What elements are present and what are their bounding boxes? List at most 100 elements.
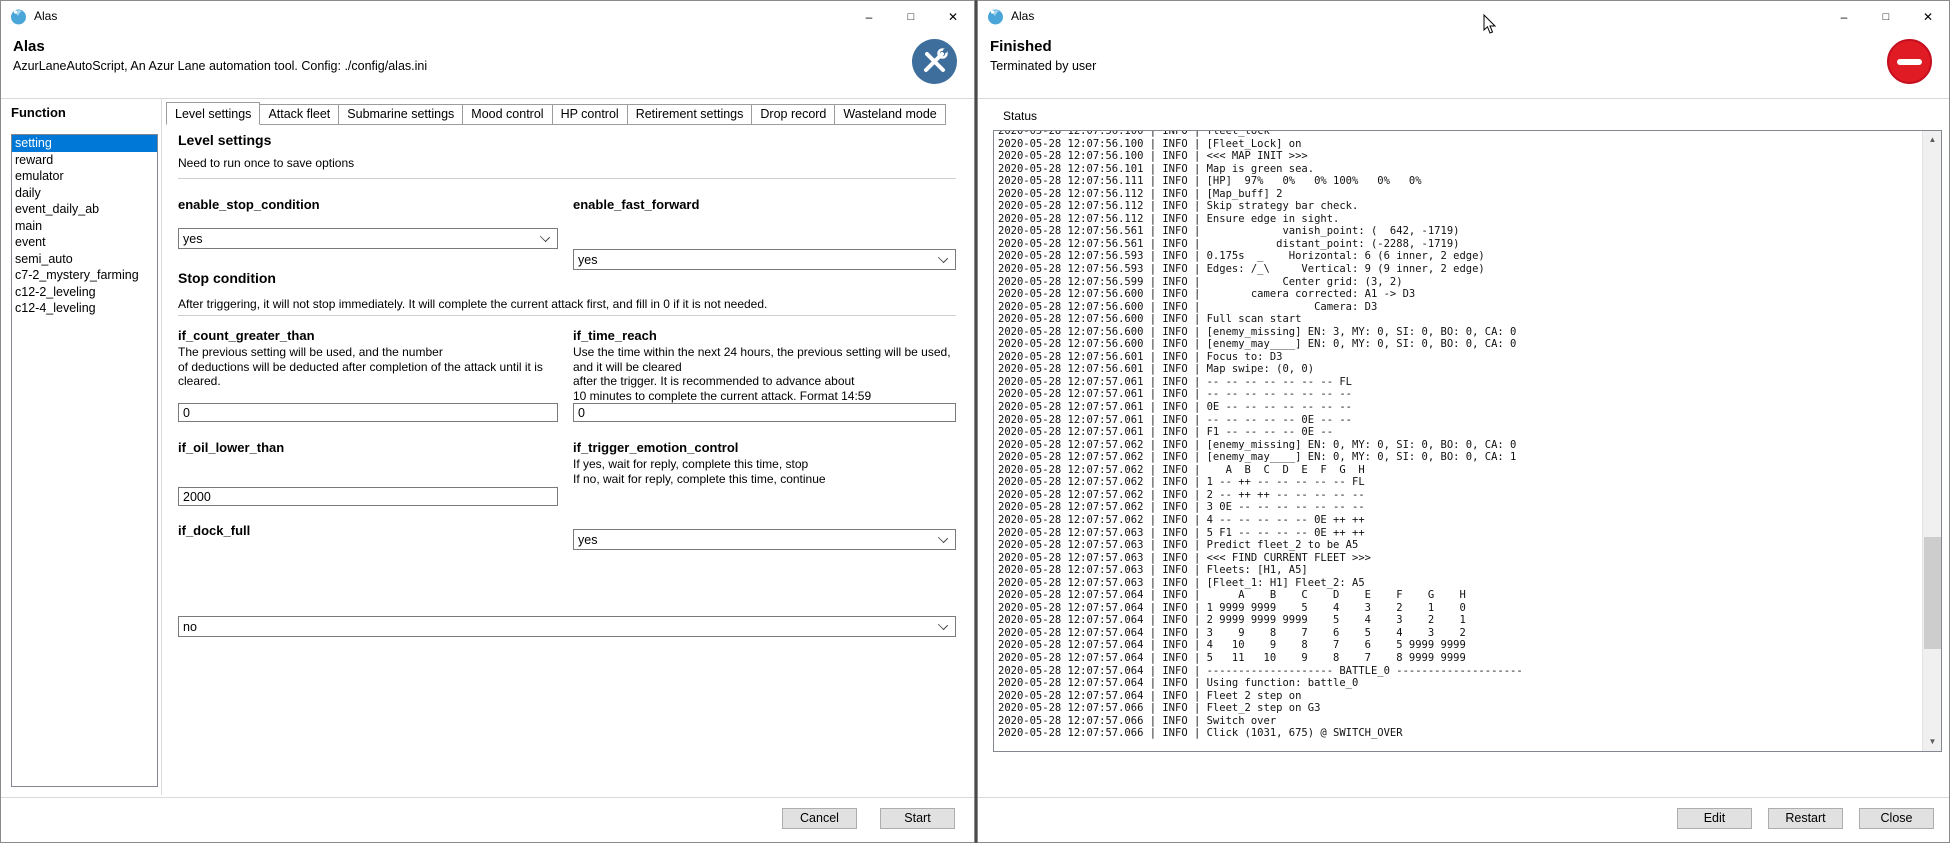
function-list-item[interactable]: event_daily_ab — [12, 201, 157, 218]
dropdown-value: no — [183, 620, 939, 634]
log-line: 2020-05-28 12:07:56.601 | INFO | Map swi… — [998, 363, 1941, 376]
log-line: 2020-05-28 12:07:57.062 | INFO | 1 -- ++… — [998, 476, 1941, 489]
enable-stop-condition-dropdown[interactable]: yes — [178, 228, 558, 249]
enable-fast-forward-dropdown[interactable]: yes — [573, 249, 956, 270]
function-list-item[interactable]: emulator — [12, 168, 157, 185]
start-button[interactable]: Start — [880, 808, 955, 829]
function-list-item[interactable]: main — [12, 218, 157, 235]
log-box[interactable]: 2020-05-28 12:07:56.100 | INFO | fleet_l… — [993, 130, 1942, 752]
log-line: 2020-05-28 12:07:57.066 | INFO | Switch … — [998, 715, 1941, 728]
tab-item[interactable]: Attack fleet — [259, 104, 339, 125]
tab-item[interactable]: Level settings — [166, 102, 260, 125]
log-line: 2020-05-28 12:07:56.593 | INFO | 0.175s … — [998, 250, 1941, 263]
divider — [178, 178, 956, 179]
log-line: 2020-05-28 12:07:57.061 | INFO | -- -- -… — [998, 376, 1941, 389]
chevron-down-icon — [938, 252, 948, 262]
right-titlebar[interactable]: Alas – □ ✕ — [978, 1, 1949, 32]
section-title: Level settings — [178, 132, 271, 148]
log-line: 2020-05-28 12:07:57.061 | INFO | 0E -- -… — [998, 401, 1941, 414]
log-line: 2020-05-28 12:07:57.064 | INFO | 4 10 9 … — [998, 639, 1941, 652]
log-line: 2020-05-28 12:07:57.063 | INFO | [Fleet_… — [998, 577, 1941, 590]
divider — [1, 797, 974, 798]
field-label-if-dock-full: if_dock_full — [178, 523, 250, 538]
log-line: 2020-05-28 12:07:57.061 | INFO | -- -- -… — [998, 388, 1941, 401]
log-scrollbar[interactable]: ▲ ▼ — [1922, 131, 1941, 751]
log-line: 2020-05-28 12:07:57.062 | INFO | A B C D… — [998, 464, 1941, 477]
chevron-down-icon — [938, 619, 948, 629]
divider — [178, 315, 956, 316]
log-line: 2020-05-28 12:07:57.063 | INFO | 5 F1 --… — [998, 527, 1941, 540]
log-line: 2020-05-28 12:07:56.561 | INFO | vanish_… — [998, 225, 1941, 238]
log-line: 2020-05-28 12:07:56.112 | INFO | Ensure … — [998, 213, 1941, 226]
if-count-greater-than-input[interactable] — [178, 403, 558, 422]
status-subtitle: Terminated by user — [990, 59, 1096, 73]
log-line: 2020-05-28 12:07:56.561 | INFO | distant… — [998, 238, 1941, 251]
function-list-item[interactable]: semi_auto — [12, 251, 157, 268]
log-line: 2020-05-28 12:07:57.062 | INFO | 2 -- ++… — [998, 489, 1941, 502]
field-label-enable-fast-forward: enable_fast_forward — [573, 197, 699, 212]
log-line: 2020-05-28 12:07:57.061 | INFO | -- -- -… — [998, 414, 1941, 427]
minimize-button[interactable]: – — [1823, 1, 1865, 32]
tab-item[interactable]: HP control — [552, 104, 628, 125]
section-title: Stop condition — [178, 270, 276, 286]
log-line: 2020-05-28 12:07:57.063 | INFO | Fleets:… — [998, 564, 1941, 577]
page-subtitle: AzurLaneAutoScript, An Azur Lane automat… — [13, 59, 427, 73]
function-list-item[interactable]: reward — [12, 152, 157, 169]
function-list-item[interactable]: event — [12, 234, 157, 251]
field-label-if-count-greater-than: if_count_greater_than — [178, 328, 315, 343]
field-description: If yes, wait for reply, complete this ti… — [573, 457, 956, 486]
left-titlebar[interactable]: Alas – □ ✕ — [1, 1, 974, 32]
function-list-item[interactable]: c7-2_mystery_farming — [12, 267, 157, 284]
log-line: 2020-05-28 12:07:57.062 | INFO | 3 0E --… — [998, 501, 1941, 514]
log-line: 2020-05-28 12:07:57.064 | INFO | Using f… — [998, 677, 1941, 690]
tab-item[interactable]: Drop record — [751, 104, 835, 125]
log-line: 2020-05-28 12:07:56.100 | INFO | fleet_l… — [998, 130, 1941, 138]
scroll-up-icon[interactable]: ▲ — [1923, 131, 1942, 149]
log-line: 2020-05-28 12:07:57.064 | INFO | 3 9 8 7… — [998, 627, 1941, 640]
restart-button[interactable]: Restart — [1768, 808, 1843, 829]
dropdown-value: yes — [578, 533, 939, 547]
tab-item[interactable]: Wasteland mode — [834, 104, 945, 125]
maximize-button[interactable]: □ — [890, 1, 932, 32]
log-line: 2020-05-28 12:07:56.101 | INFO | Map is … — [998, 163, 1941, 176]
function-list-item[interactable]: daily — [12, 185, 157, 202]
footer-close-button[interactable]: Close — [1859, 808, 1934, 829]
minimize-button[interactable]: – — [848, 1, 890, 32]
close-button[interactable]: ✕ — [1907, 1, 1949, 32]
tab-item[interactable]: Mood control — [462, 104, 552, 125]
function-list-item[interactable]: setting — [12, 135, 157, 152]
function-list-item[interactable]: c12-2_leveling — [12, 284, 157, 301]
app-icon — [987, 8, 1004, 25]
scroll-thumb[interactable] — [1924, 537, 1941, 649]
if-oil-lower-than-input[interactable] — [178, 487, 558, 506]
log-line: 2020-05-28 12:07:56.100 | INFO | <<< MAP… — [998, 150, 1941, 163]
scroll-down-icon[interactable]: ▼ — [1923, 733, 1942, 751]
log-line: 2020-05-28 12:07:57.064 | INFO | 1 9999 … — [998, 602, 1941, 615]
close-button[interactable]: ✕ — [932, 1, 974, 32]
stage: Alas – □ ✕ Alas AzurLaneAutoScript, An A… — [0, 0, 1950, 843]
log-line: 2020-05-28 12:07:56.112 | INFO | Skip st… — [998, 200, 1941, 213]
log-line: 2020-05-28 12:07:56.100 | INFO | [Fleet_… — [998, 138, 1941, 151]
log-line: 2020-05-28 12:07:57.064 | INFO | -------… — [998, 665, 1941, 678]
cancel-button[interactable]: Cancel — [782, 808, 857, 829]
status-label: Status — [1003, 109, 1037, 123]
if-trigger-emotion-control-dropdown[interactable]: yes — [573, 529, 956, 550]
divider — [161, 99, 162, 795]
log-line: 2020-05-28 12:07:56.112 | INFO | [Map_bu… — [998, 188, 1941, 201]
log-line: 2020-05-28 12:07:56.601 | INFO | Focus t… — [998, 351, 1941, 364]
tab-item[interactable]: Submarine settings — [338, 104, 463, 125]
edit-button[interactable]: Edit — [1677, 808, 1752, 829]
if-dock-full-dropdown[interactable]: no — [178, 616, 956, 637]
section-subtitle: Need to run once to save options — [178, 156, 354, 170]
right-window: Alas – □ ✕ Finished Terminated by user S… — [977, 0, 1950, 843]
log-line: 2020-05-28 12:07:56.600 | INFO | Full sc… — [998, 313, 1941, 326]
log-line: 2020-05-28 12:07:57.062 | INFO | [enemy_… — [998, 451, 1941, 464]
log-line: 2020-05-28 12:07:57.062 | INFO | [enemy_… — [998, 439, 1941, 452]
function-list-item[interactable]: c12-4_leveling — [12, 300, 157, 317]
divider — [978, 797, 1949, 798]
tab-item[interactable]: Retirement settings — [627, 104, 753, 125]
chevron-down-icon — [540, 231, 550, 241]
if-time-reach-input[interactable] — [573, 403, 956, 422]
maximize-button[interactable]: □ — [1865, 1, 1907, 32]
function-list[interactable]: settingrewardemulatordailyevent_daily_ab… — [11, 134, 158, 787]
